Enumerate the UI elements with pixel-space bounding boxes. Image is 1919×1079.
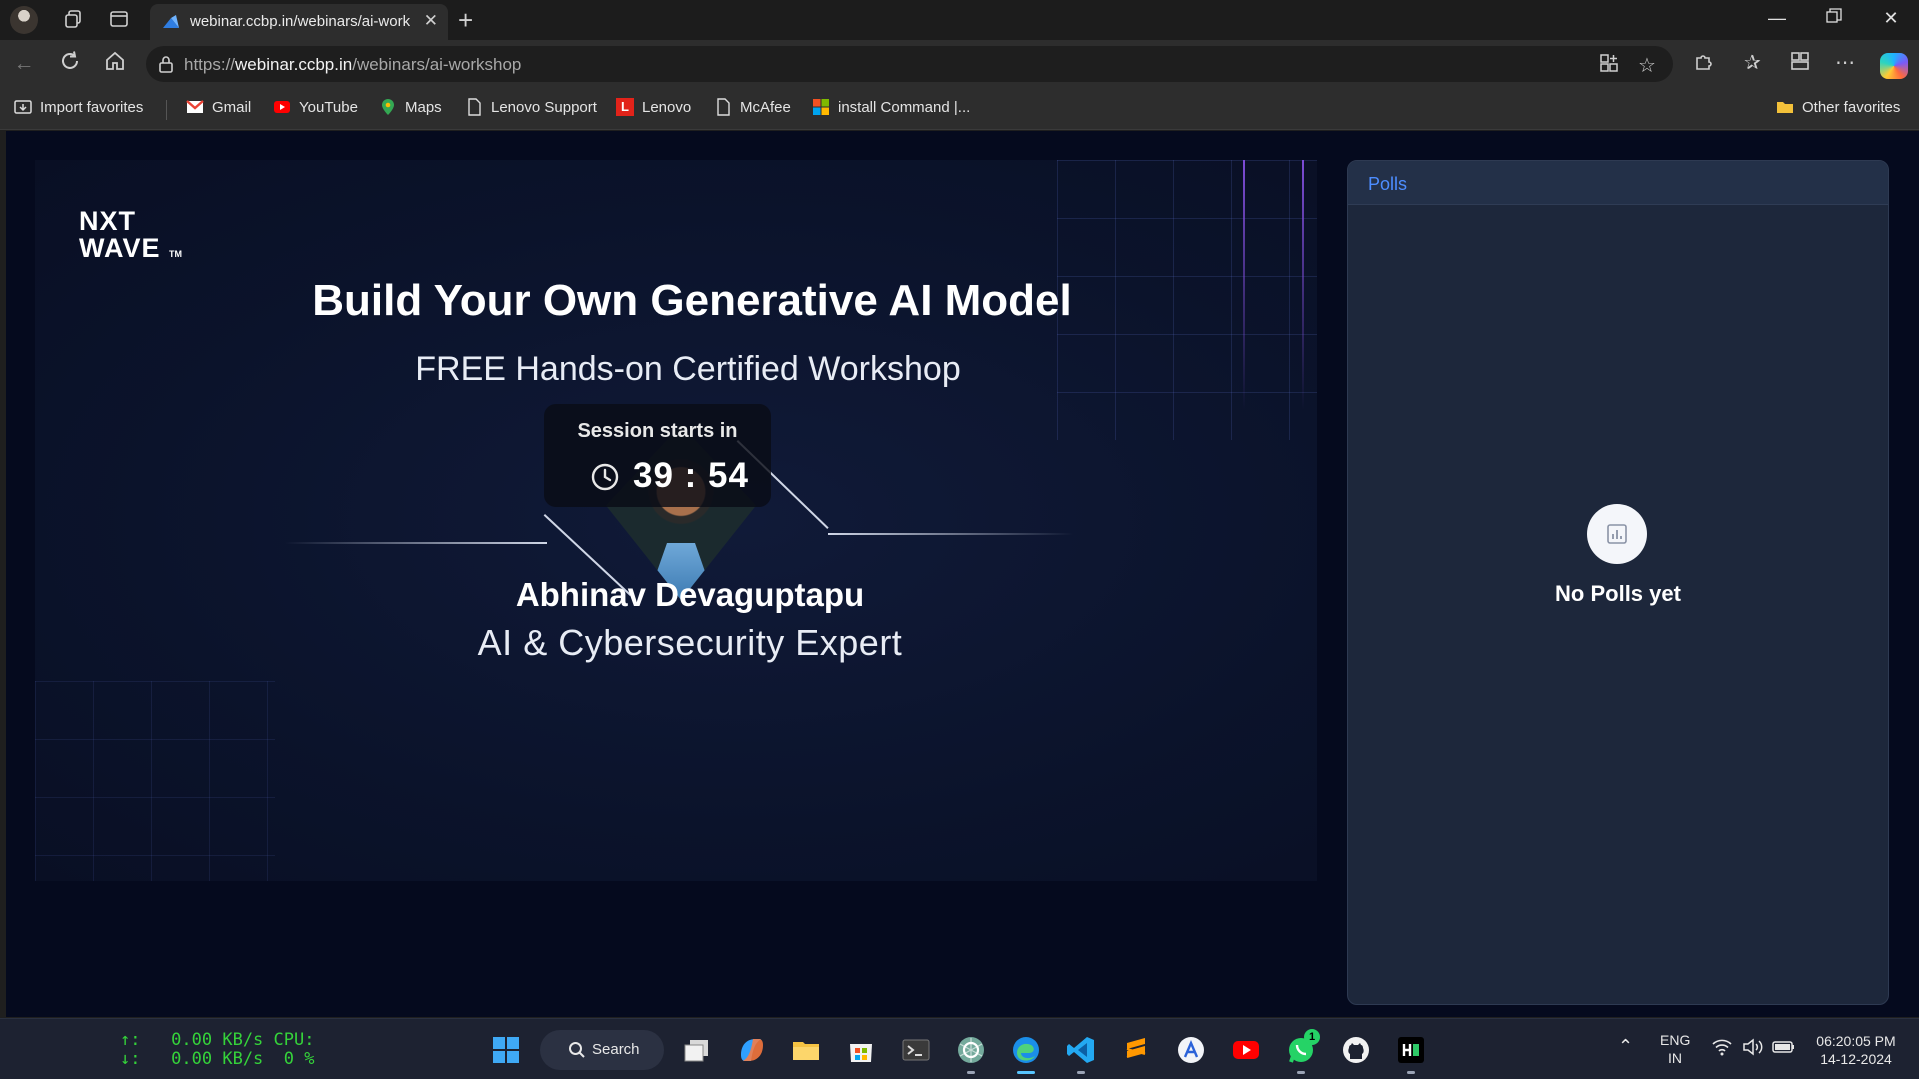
address-bar[interactable]: https://webinar.ccbp.in/webinars/ai-work…	[146, 46, 1673, 82]
import-icon	[14, 100, 32, 114]
terminal-icon[interactable]	[901, 1035, 931, 1065]
start-button[interactable]	[491, 1035, 521, 1065]
tab-title: webinar.ccbp.in/webinars/ai-workshop	[190, 13, 410, 30]
speaker-name: Abhinav Devaguptapu	[515, 576, 865, 613]
back-button[interactable]: ←	[10, 50, 38, 78]
network-monitor: ↑: 0.00 KB/s CPU: ↓: 0.00 KB/s 0 %	[120, 1030, 315, 1069]
speaker-role: AI & Cybersecurity Expert	[477, 622, 903, 663]
decor-line	[828, 533, 1073, 535]
favorite-mcafee[interactable]: McAfee	[714, 98, 791, 116]
app-icon-a[interactable]	[1176, 1035, 1206, 1065]
extensions-icon[interactable]	[1693, 50, 1715, 78]
minimize-button[interactable]: —	[1757, 8, 1797, 29]
favorite-lenovo[interactable]: L Lenovo	[616, 98, 691, 116]
taskbar-search[interactable]: Search	[540, 1030, 664, 1070]
running-indicator	[967, 1071, 975, 1074]
countdown-timer: 39 : 54	[633, 456, 749, 495]
favorite-star-icon[interactable]: ☆	[1638, 53, 1656, 78]
collections-icon[interactable]	[1789, 50, 1811, 78]
volume-icon[interactable]	[1742, 1038, 1764, 1060]
copilot-icon[interactable]	[1880, 53, 1908, 79]
task-view-icon[interactable]	[682, 1035, 712, 1065]
lock-icon[interactable]	[156, 54, 176, 74]
webinar-banner: NXT WAVE TM Build Your Own Generative AI…	[35, 160, 1317, 881]
favorite-install-command[interactable]: install Command |...	[812, 98, 970, 116]
page-icon	[717, 98, 730, 116]
favorite-gmail[interactable]: Gmail	[186, 98, 251, 116]
lenovo-icon: L	[616, 98, 634, 116]
webinar-title: Build Your Own Generative AI Model	[312, 276, 1072, 325]
new-tab-button[interactable]: +	[458, 5, 473, 36]
profile-avatar[interactable]	[10, 6, 38, 34]
favorites-separator	[166, 100, 167, 120]
running-indicator	[1077, 1071, 1085, 1074]
page-icon	[468, 98, 481, 116]
running-indicator	[1297, 1071, 1305, 1074]
language-indicator[interactable]: ENG IN	[1660, 1031, 1690, 1067]
hackerrank-icon[interactable]	[1396, 1035, 1426, 1065]
search-icon	[569, 1042, 585, 1058]
countdown-card: Session starts in 39 : 54	[544, 404, 771, 507]
favorite-maps[interactable]: Maps	[379, 98, 442, 116]
no-polls-message: No Polls yet	[1555, 581, 1681, 606]
gmail-icon	[186, 100, 204, 113]
favorite-lenovo-support[interactable]: Lenovo Support	[465, 98, 597, 116]
tab-active[interactable]: webinar.ccbp.in/webinars/ai-workshop ✕	[150, 4, 448, 40]
github-icon[interactable]	[1341, 1035, 1371, 1065]
running-indicator	[1407, 1071, 1415, 1074]
url-text[interactable]: https://webinar.ccbp.in/webinars/ai-work…	[184, 55, 521, 75]
home-button[interactable]	[101, 50, 129, 78]
navigation-bar: ← https://webinar.ccbp.in/webinars/ai-wo…	[0, 40, 1919, 88]
tab-strip: webinar.ccbp.in/webinars/ai-workshop ✕ +…	[0, 0, 1919, 40]
clock[interactable]: 06:20:05 PM 14-12-2024	[1806, 1032, 1906, 1068]
browser-window: webinar.ccbp.in/webinars/ai-workshop ✕ +…	[0, 0, 1919, 1018]
maps-icon	[382, 99, 394, 115]
webinar-subtitle: FREE Hands-on Certified Workshop	[415, 350, 961, 388]
microsoft-icon	[813, 99, 829, 115]
nxtwave-logo: NXT WAVE TM	[79, 206, 183, 263]
show-hidden-icons[interactable]: ⌃	[1618, 1037, 1633, 1055]
wifi-icon[interactable]	[1712, 1038, 1732, 1060]
app-available-icon[interactable]	[1599, 53, 1619, 79]
youtube-app-icon[interactable]	[1231, 1035, 1261, 1065]
favorites-bar: Import favorites Gmail YouTube Maps Leno…	[0, 88, 1919, 130]
sublime-icon[interactable]	[1121, 1035, 1151, 1065]
restore-button[interactable]	[1814, 8, 1854, 29]
clock-icon	[591, 463, 619, 491]
notification-badge: 1	[1304, 1029, 1320, 1045]
other-favorites[interactable]: Other favorites	[1776, 98, 1900, 116]
more-menu-icon[interactable]: ⋯	[1835, 50, 1855, 75]
battery-icon[interactable]	[1772, 1039, 1796, 1059]
tab-actions-icon[interactable]	[108, 9, 130, 31]
webinar-page: NXT WAVE TM Build Your Own Generative AI…	[6, 131, 1919, 1017]
polls-header: Polls	[1348, 161, 1888, 205]
favorites-icon[interactable]: ✰	[1744, 50, 1761, 75]
edge-icon[interactable]	[1011, 1035, 1041, 1065]
vscode-icon[interactable]	[1066, 1035, 1096, 1065]
countdown-label: Session starts in	[577, 420, 738, 442]
polls-panel: Polls No Polls yet	[1347, 160, 1889, 1005]
favorite-youtube[interactable]: YouTube	[273, 98, 358, 116]
decor-grid	[35, 681, 275, 881]
poll-chart-icon	[1587, 504, 1647, 564]
site-favicon-icon	[163, 15, 179, 28]
active-indicator	[1017, 1071, 1035, 1074]
microsoft-store-icon[interactable]	[846, 1035, 876, 1065]
favorite-import[interactable]: Import favorites	[14, 98, 143, 116]
close-window-button[interactable]: ✕	[1871, 8, 1911, 29]
polls-tab[interactable]: Polls	[1368, 174, 1407, 195]
youtube-icon	[274, 101, 290, 113]
file-explorer-icon[interactable]	[791, 1035, 821, 1065]
folder-icon	[1777, 102, 1793, 113]
refresh-button[interactable]	[56, 50, 84, 78]
decor-line	[285, 542, 547, 544]
tab-close-icon[interactable]: ✕	[424, 11, 438, 31]
taskbar: ↑: 0.00 KB/s CPU: ↓: 0.00 KB/s 0 % Searc…	[0, 1018, 1919, 1079]
workspaces-icon[interactable]	[63, 9, 85, 31]
chatgpt-icon[interactable]	[956, 1035, 986, 1065]
copilot-app-icon[interactable]	[737, 1035, 767, 1065]
